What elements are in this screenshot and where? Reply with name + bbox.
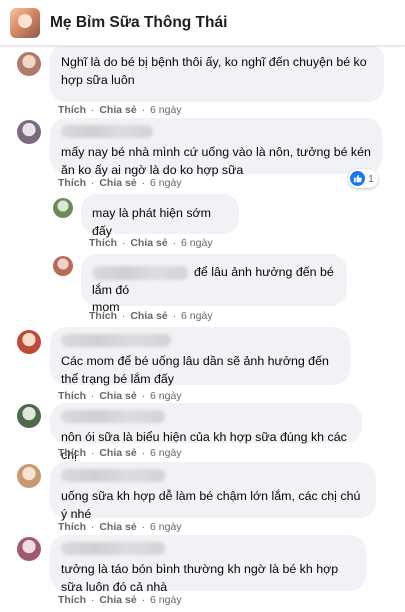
group-header: Mẹ Bỉm Sữa Thông Thái: [0, 0, 405, 46]
like-action[interactable]: Thích: [58, 177, 86, 189]
avatar[interactable]: [17, 464, 41, 488]
comment-bubble: để lâu ảnh hưởng đến bé lắm đó mom: [81, 254, 347, 314]
share-action[interactable]: Chia sẻ: [130, 237, 167, 249]
avatar[interactable]: [17, 537, 41, 561]
comment-bubble: uống sữa kh hợp dễ làm bé chậm lớn lắm, …: [50, 462, 376, 521]
comment-text: Nghĩ là do bé bị bệnh thôi ấy, ko nghĩ đ…: [61, 55, 367, 87]
commenter-name-redacted[interactable]: [61, 334, 171, 347]
commenter-name-redacted[interactable]: [92, 265, 188, 280]
share-action[interactable]: Chia sẻ: [99, 521, 136, 533]
like-icon: [350, 171, 365, 186]
comment-text: may là phát hiện sớm đấy: [92, 206, 212, 238]
avatar[interactable]: [17, 52, 41, 76]
comment-time[interactable]: 6 ngày: [150, 594, 182, 606]
comment-time[interactable]: 6 ngày: [181, 310, 213, 322]
comment-bubble: Các mom để bé uống lâu dần sẽ ảnh hưởng …: [50, 327, 350, 386]
share-action[interactable]: Chia sẻ: [99, 177, 136, 189]
comment-bubble: mấy nay bé nhà mình cứ uống vào là nôn, …: [50, 118, 382, 177]
like-action[interactable]: Thích: [58, 104, 86, 116]
share-action[interactable]: Chia sẻ: [99, 447, 136, 459]
comment-text: Các mom để bé uống lâu dần sẽ ảnh hưởng …: [61, 354, 329, 386]
comment-text: uống sữa kh hợp dễ làm bé chậm lớn lắm, …: [61, 489, 361, 521]
share-action[interactable]: Chia sẻ: [130, 310, 167, 322]
comment-actions: Thích · Chia sẻ · 6 ngày: [58, 390, 182, 402]
comment-text: tưởng là táo bón bình thường kh ngờ là b…: [61, 562, 339, 594]
like-action[interactable]: Thích: [89, 310, 117, 322]
comment-time[interactable]: 6 ngày: [150, 177, 182, 189]
comment-bubble: nôn ói sữa là biểu hiện của kh hợp sữa đ…: [50, 403, 362, 462]
group-title[interactable]: Mẹ Bỉm Sữa Thông Thái: [50, 14, 227, 32]
comment-time[interactable]: 6 ngày: [150, 521, 182, 533]
avatar[interactable]: [17, 120, 41, 144]
comment-text: mấy nay bé nhà mình cứ uống vào là nôn, …: [61, 145, 371, 177]
commenter-name-redacted[interactable]: [61, 125, 153, 138]
share-action[interactable]: Chia sẻ: [99, 390, 136, 402]
commenter-name-redacted[interactable]: [61, 469, 165, 482]
comment-actions: Thích · Chia sẻ · 6 ngày: [58, 104, 182, 116]
comment-actions: Thích · Chia sẻ · 6 ngày: [58, 447, 182, 459]
comment-actions: Thích · Chia sẻ · 6 ngày: [89, 310, 213, 322]
commenter-name-redacted[interactable]: [61, 410, 165, 423]
comment-time[interactable]: 6 ngày: [150, 390, 182, 402]
like-action[interactable]: Thích: [58, 447, 86, 459]
comment-time[interactable]: 6 ngày: [181, 237, 213, 249]
comment-time[interactable]: 6 ngày: [150, 104, 182, 116]
avatar[interactable]: [53, 256, 73, 276]
like-action[interactable]: Thích: [58, 521, 86, 533]
comment-time[interactable]: 6 ngày: [150, 447, 182, 459]
comment-bubble: may là phát hiện sớm đấy: [81, 194, 239, 238]
comment-actions: Thích · Chia sẻ · 6 ngày: [58, 521, 182, 533]
comment-bubble: tưởng là táo bón bình thường kh ngờ là b…: [50, 535, 366, 594]
avatar[interactable]: [53, 198, 73, 218]
reaction-count: 1: [368, 172, 374, 185]
comment-bubble: Nghĩ là do bé bị bệnh thôi ấy, ko nghĩ đ…: [50, 44, 384, 102]
reaction-summary[interactable]: 1: [348, 169, 378, 188]
comment-actions: Thích · Chia sẻ · 6 ngày: [89, 237, 213, 249]
comment-actions: Thích · Chia sẻ · 6 ngày: [58, 177, 182, 189]
share-action[interactable]: Chia sẻ: [99, 104, 136, 116]
share-action[interactable]: Chia sẻ: [99, 594, 136, 606]
avatar[interactable]: [17, 330, 41, 354]
avatar[interactable]: [17, 404, 41, 428]
comment-actions: Thích · Chia sẻ · 6 ngày: [58, 594, 182, 606]
group-avatar[interactable]: [10, 7, 40, 38]
like-action[interactable]: Thích: [58, 594, 86, 606]
like-action[interactable]: Thích: [89, 237, 117, 249]
commenter-name-redacted[interactable]: [61, 542, 165, 555]
like-action[interactable]: Thích: [58, 390, 86, 402]
